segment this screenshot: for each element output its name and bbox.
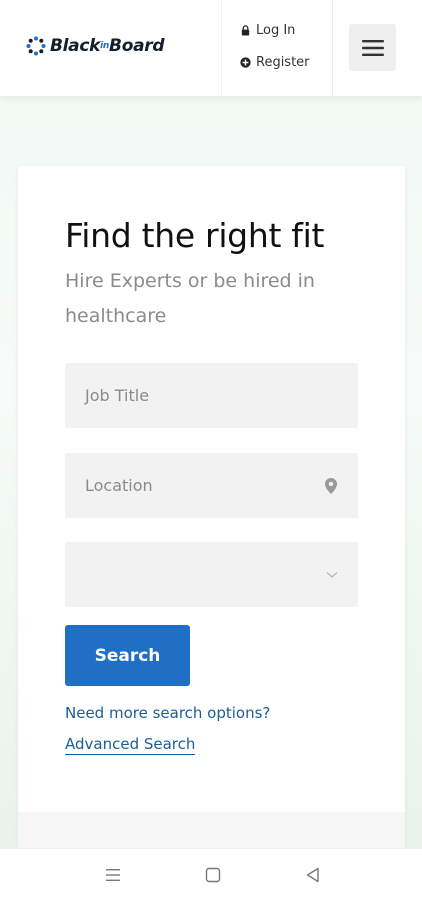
category-select[interactable] [65, 542, 358, 607]
map-pin-icon [325, 477, 337, 494]
location-input[interactable]: Location [65, 453, 358, 518]
register-label: Register [256, 55, 310, 70]
page-subtitle: Hire Experts or be hired in healthcare [65, 270, 315, 327]
card-footer-strip [18, 812, 405, 848]
brand-logo[interactable]: BlackinBoard [26, 36, 165, 56]
header-divider [221, 0, 222, 96]
search-button[interactable]: Search [65, 625, 190, 686]
recents-menu-icon[interactable] [104, 866, 122, 884]
menu-button[interactable] [349, 24, 396, 71]
brand-name: BlackinBoard [50, 36, 165, 56]
location-placeholder: Location [85, 476, 153, 495]
chevron-down-icon [326, 571, 338, 578]
home-square-icon[interactable] [204, 866, 222, 884]
advanced-search-link[interactable]: Advanced Search [65, 735, 196, 755]
job-title-placeholder: Job Title [85, 386, 150, 405]
register-link[interactable]: Register [240, 55, 310, 70]
plus-circle-icon [240, 57, 251, 68]
system-navigation-bar [0, 848, 422, 900]
lock-icon [241, 25, 250, 36]
job-title-input[interactable]: Job Title [65, 363, 358, 428]
gear-burst-logo-icon [26, 36, 46, 56]
page-title: Find the right fit [65, 216, 325, 255]
header-divider [332, 0, 333, 96]
hamburger-menu-icon [361, 39, 384, 56]
login-link[interactable]: Log In [240, 23, 295, 38]
site-header: BlackinBoard Log In Register [0, 0, 422, 96]
login-label: Log In [256, 23, 296, 38]
more-search-options-text: Need more search options? [65, 704, 271, 722]
back-triangle-icon[interactable] [304, 866, 322, 884]
